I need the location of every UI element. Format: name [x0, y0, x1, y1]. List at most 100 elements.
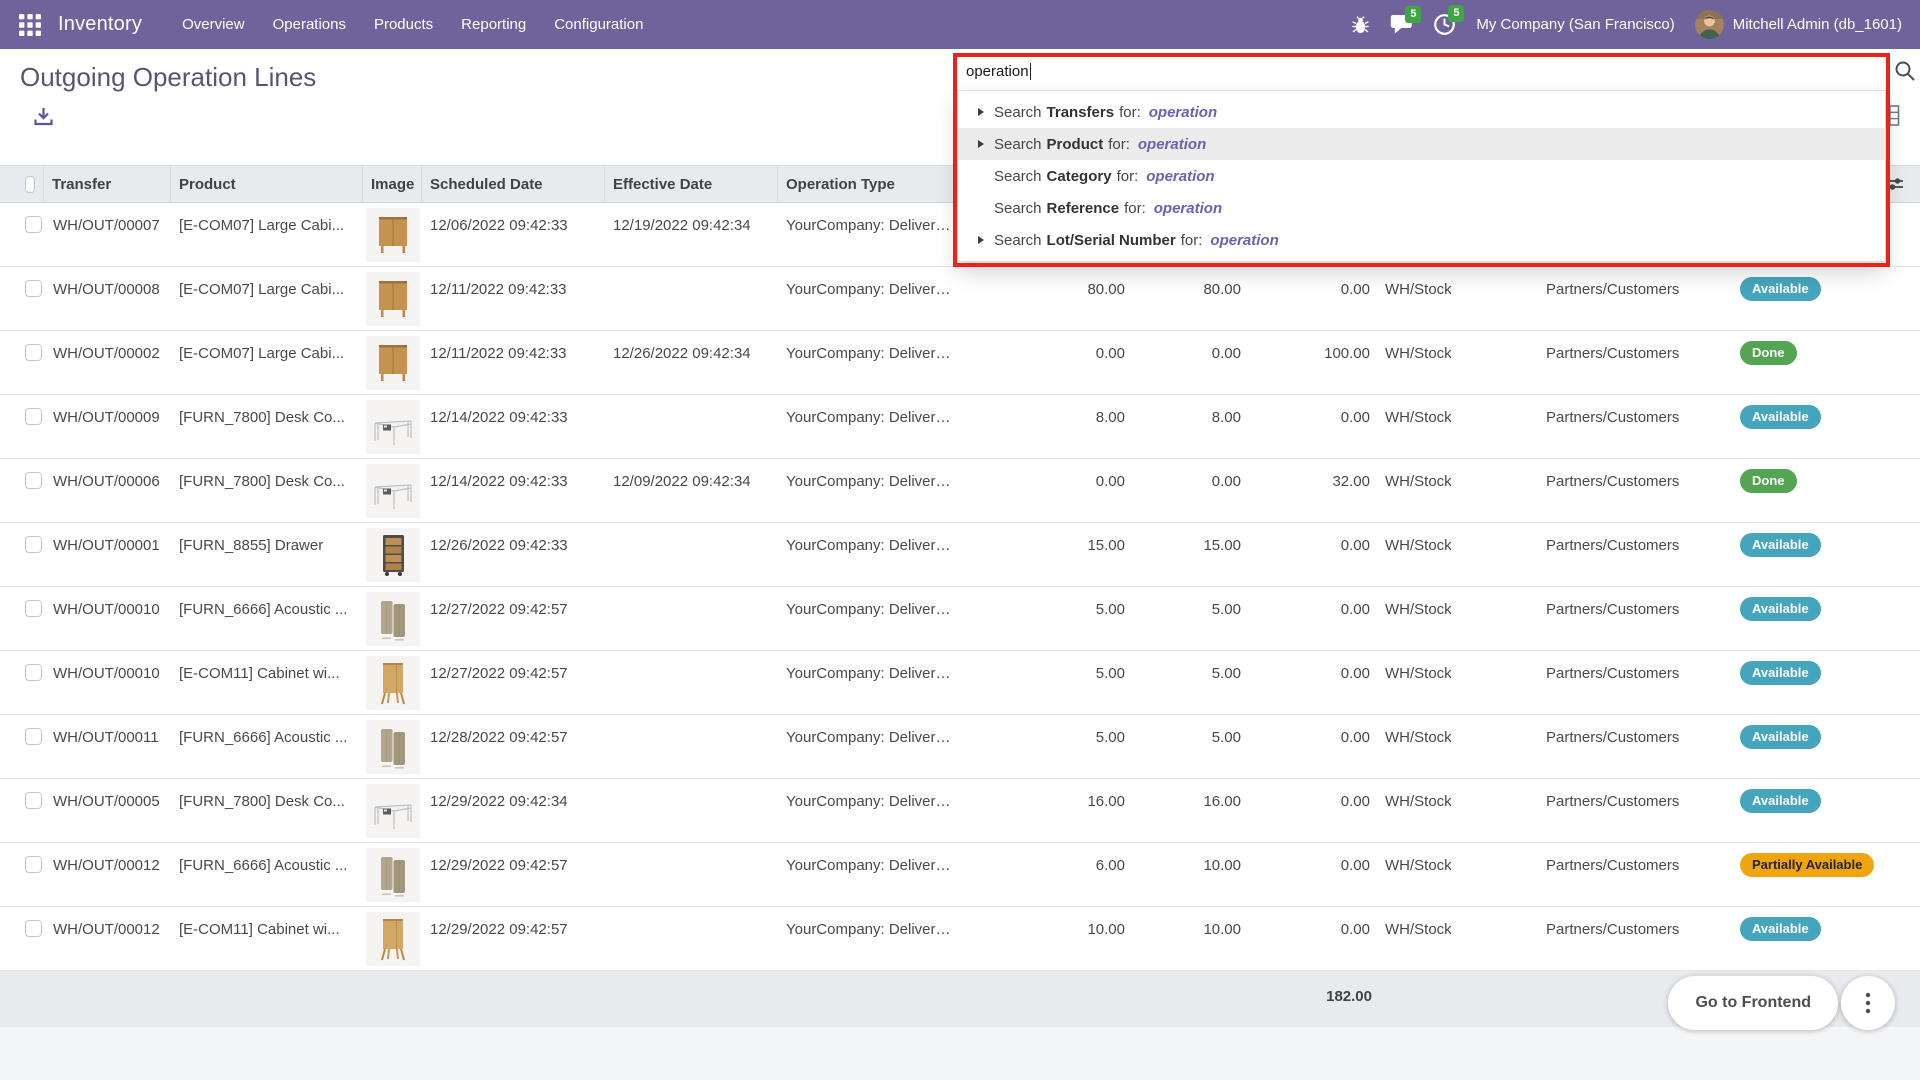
cell-qty-3: 0.00 [1243, 651, 1372, 714]
nav-menu-item[interactable]: Operations [259, 0, 360, 49]
column-header-product[interactable]: Product [171, 166, 363, 202]
search-suggestion-item[interactable]: Search Lot/Serial Number for: operation [958, 224, 1885, 256]
column-header-operation-type[interactable]: Operation Type [778, 166, 975, 202]
nav-menu-item[interactable]: Configuration [540, 0, 657, 49]
optional-columns-icon[interactable] [1884, 173, 1906, 195]
table-row[interactable]: WH/OUT/00001 [FURN_8855] Drawer 12/26/20… [0, 523, 1920, 587]
cell-to-location: Partners/Customers [1537, 267, 1727, 330]
table-row[interactable]: WH/OUT/00008 [E-COM07] Large Cabi... 12/… [0, 267, 1920, 331]
cell-transfer: WH/OUT/00007 [44, 203, 171, 266]
suggestion-prefix: Search [994, 136, 1042, 153]
column-header-image[interactable]: Image [363, 166, 422, 202]
cell-qty-1: 16.00 [975, 779, 1127, 842]
table-row[interactable]: WH/OUT/00010 [FURN_6666] Acoustic ... 12… [0, 587, 1920, 651]
cell-from-location: WH/Stock [1372, 587, 1537, 650]
table-footer: 182.00 Go to Frontend [0, 971, 1920, 1027]
row-checkbox[interactable] [25, 472, 42, 489]
table-body: WH/OUT/00007 [E-COM07] Large Cabi... 12/… [0, 203, 1920, 971]
search-input[interactable]: operation [953, 53, 1890, 90]
cell-product: [E-COM07] Large Cabi... [171, 331, 363, 394]
cell-product: [E-COM11] Cabinet wi... [171, 907, 363, 970]
row-checkbox[interactable] [25, 792, 42, 809]
row-checkbox[interactable] [25, 600, 42, 617]
row-checkbox[interactable] [25, 728, 42, 745]
row-checkbox[interactable] [25, 216, 42, 233]
select-all-checkbox[interactable] [25, 176, 35, 193]
search-suggestion-item[interactable]: Search Product for: operation [958, 128, 1885, 160]
cell-product: [FURN_7800] Desk Co... [171, 779, 363, 842]
app-name[interactable]: Inventory [58, 13, 142, 36]
expand-caret-icon [978, 108, 984, 116]
cell-qty-2: 5.00 [1127, 715, 1243, 778]
table-row[interactable]: WH/OUT/00002 [E-COM07] Large Cabi... 12/… [0, 331, 1920, 395]
cell-qty-1: 80.00 [975, 267, 1127, 330]
cell-qty-3: 0.00 [1243, 779, 1372, 842]
cell-to-location: Partners/Customers [1537, 587, 1727, 650]
status-badge: Available [1740, 725, 1821, 749]
cell-transfer: WH/OUT/00002 [44, 331, 171, 394]
activities-button[interactable]: 5 [1433, 13, 1456, 36]
suggestion-infix: for: [1119, 104, 1141, 121]
apps-menu-button[interactable] [18, 13, 42, 37]
row-checkbox[interactable] [25, 856, 42, 873]
cell-operation-type: YourCompany: Deliver… [778, 907, 975, 970]
row-checkbox[interactable] [25, 280, 42, 297]
nav-menu-item[interactable]: Overview [168, 0, 259, 49]
product-image [363, 395, 422, 458]
table-row[interactable]: WH/OUT/00006 [FURN_7800] Desk Co... 12/1… [0, 459, 1920, 523]
cell-effective-date [605, 907, 778, 970]
table-row[interactable]: WH/OUT/00010 [E-COM11] Cabinet wi... 12/… [0, 651, 1920, 715]
user-menu[interactable]: Mitchell Admin (db_1601) [1695, 10, 1902, 39]
cell-scheduled-date: 12/29/2022 09:42:34 [422, 779, 605, 842]
row-checkbox[interactable] [25, 664, 42, 681]
cell-to-location: Partners/Customers [1537, 395, 1727, 458]
go-to-frontend-button[interactable]: Go to Frontend [1668, 976, 1838, 1030]
search-suggestion-item[interactable]: Search Category for: operation [958, 160, 1885, 192]
search-suggestion-item[interactable]: Search Transfers for: operation [958, 96, 1885, 128]
table-row[interactable]: WH/OUT/00011 [FURN_6666] Acoustic ... 12… [0, 715, 1920, 779]
cell-to-location: Partners/Customers [1537, 779, 1727, 842]
top-navbar: Inventory Overview Operations Products R… [0, 0, 1920, 49]
debug-button[interactable] [1351, 15, 1370, 35]
row-checkbox[interactable] [25, 920, 42, 937]
suggestion-field: Transfers [1047, 104, 1115, 121]
nav-menu-item[interactable]: Reporting [447, 0, 540, 49]
search-suggestion-item[interactable]: Search Reference for: operation [958, 192, 1885, 224]
export-button[interactable] [32, 105, 55, 128]
company-switcher[interactable]: My Company (San Francisco) [1476, 16, 1674, 33]
suggestion-field: Lot/Serial Number [1047, 232, 1176, 249]
table-row[interactable]: WH/OUT/00012 [E-COM11] Cabinet wi... 12/… [0, 907, 1920, 971]
nav-menu-item[interactable]: Products [360, 0, 447, 49]
cell-product: [FURN_6666] Acoustic ... [171, 843, 363, 906]
table-row[interactable]: WH/OUT/00005 [FURN_7800] Desk Co... 12/2… [0, 779, 1920, 843]
cell-product: [E-COM07] Large Cabi... [171, 203, 363, 266]
cell-from-location: WH/Stock [1372, 267, 1537, 330]
row-checkbox[interactable] [25, 408, 42, 425]
cell-effective-date [605, 779, 778, 842]
table-row[interactable]: WH/OUT/00012 [FURN_6666] Acoustic ... 12… [0, 843, 1920, 907]
column-header-scheduled-date[interactable]: Scheduled Date [422, 166, 605, 202]
table-row[interactable]: WH/OUT/00009 [FURN_7800] Desk Co... 12/1… [0, 395, 1920, 459]
search-submit-button[interactable] [1894, 60, 1916, 87]
row-checkbox[interactable] [25, 536, 42, 553]
column-header-effective-date[interactable]: Effective Date [605, 166, 778, 202]
row-checkbox[interactable] [25, 344, 42, 361]
cell-effective-date [605, 715, 778, 778]
frontend-pill: Go to Frontend [1668, 976, 1895, 1030]
messages-button[interactable]: 5 [1390, 14, 1413, 35]
cell-qty-1: 5.00 [975, 587, 1127, 650]
cell-effective-date [605, 523, 778, 586]
cell-to-location: Partners/Customers [1537, 651, 1727, 714]
suggestion-term: operation [1210, 232, 1278, 249]
more-options-button[interactable] [1841, 976, 1895, 1030]
cell-qty-2: 0.00 [1127, 459, 1243, 522]
suggestion-prefix: Search [994, 168, 1042, 185]
cell-effective-date: 12/26/2022 09:42:34 [605, 331, 778, 394]
cell-qty-1: 6.00 [975, 843, 1127, 906]
cell-qty-3: 0.00 [1243, 587, 1372, 650]
cell-from-location: WH/Stock [1372, 331, 1537, 394]
cell-qty-3: 0.00 [1243, 267, 1372, 330]
column-header-transfer[interactable]: Transfer [44, 166, 171, 202]
status-badge: Available [1740, 597, 1821, 621]
status-badge: Partially Available [1740, 853, 1874, 877]
